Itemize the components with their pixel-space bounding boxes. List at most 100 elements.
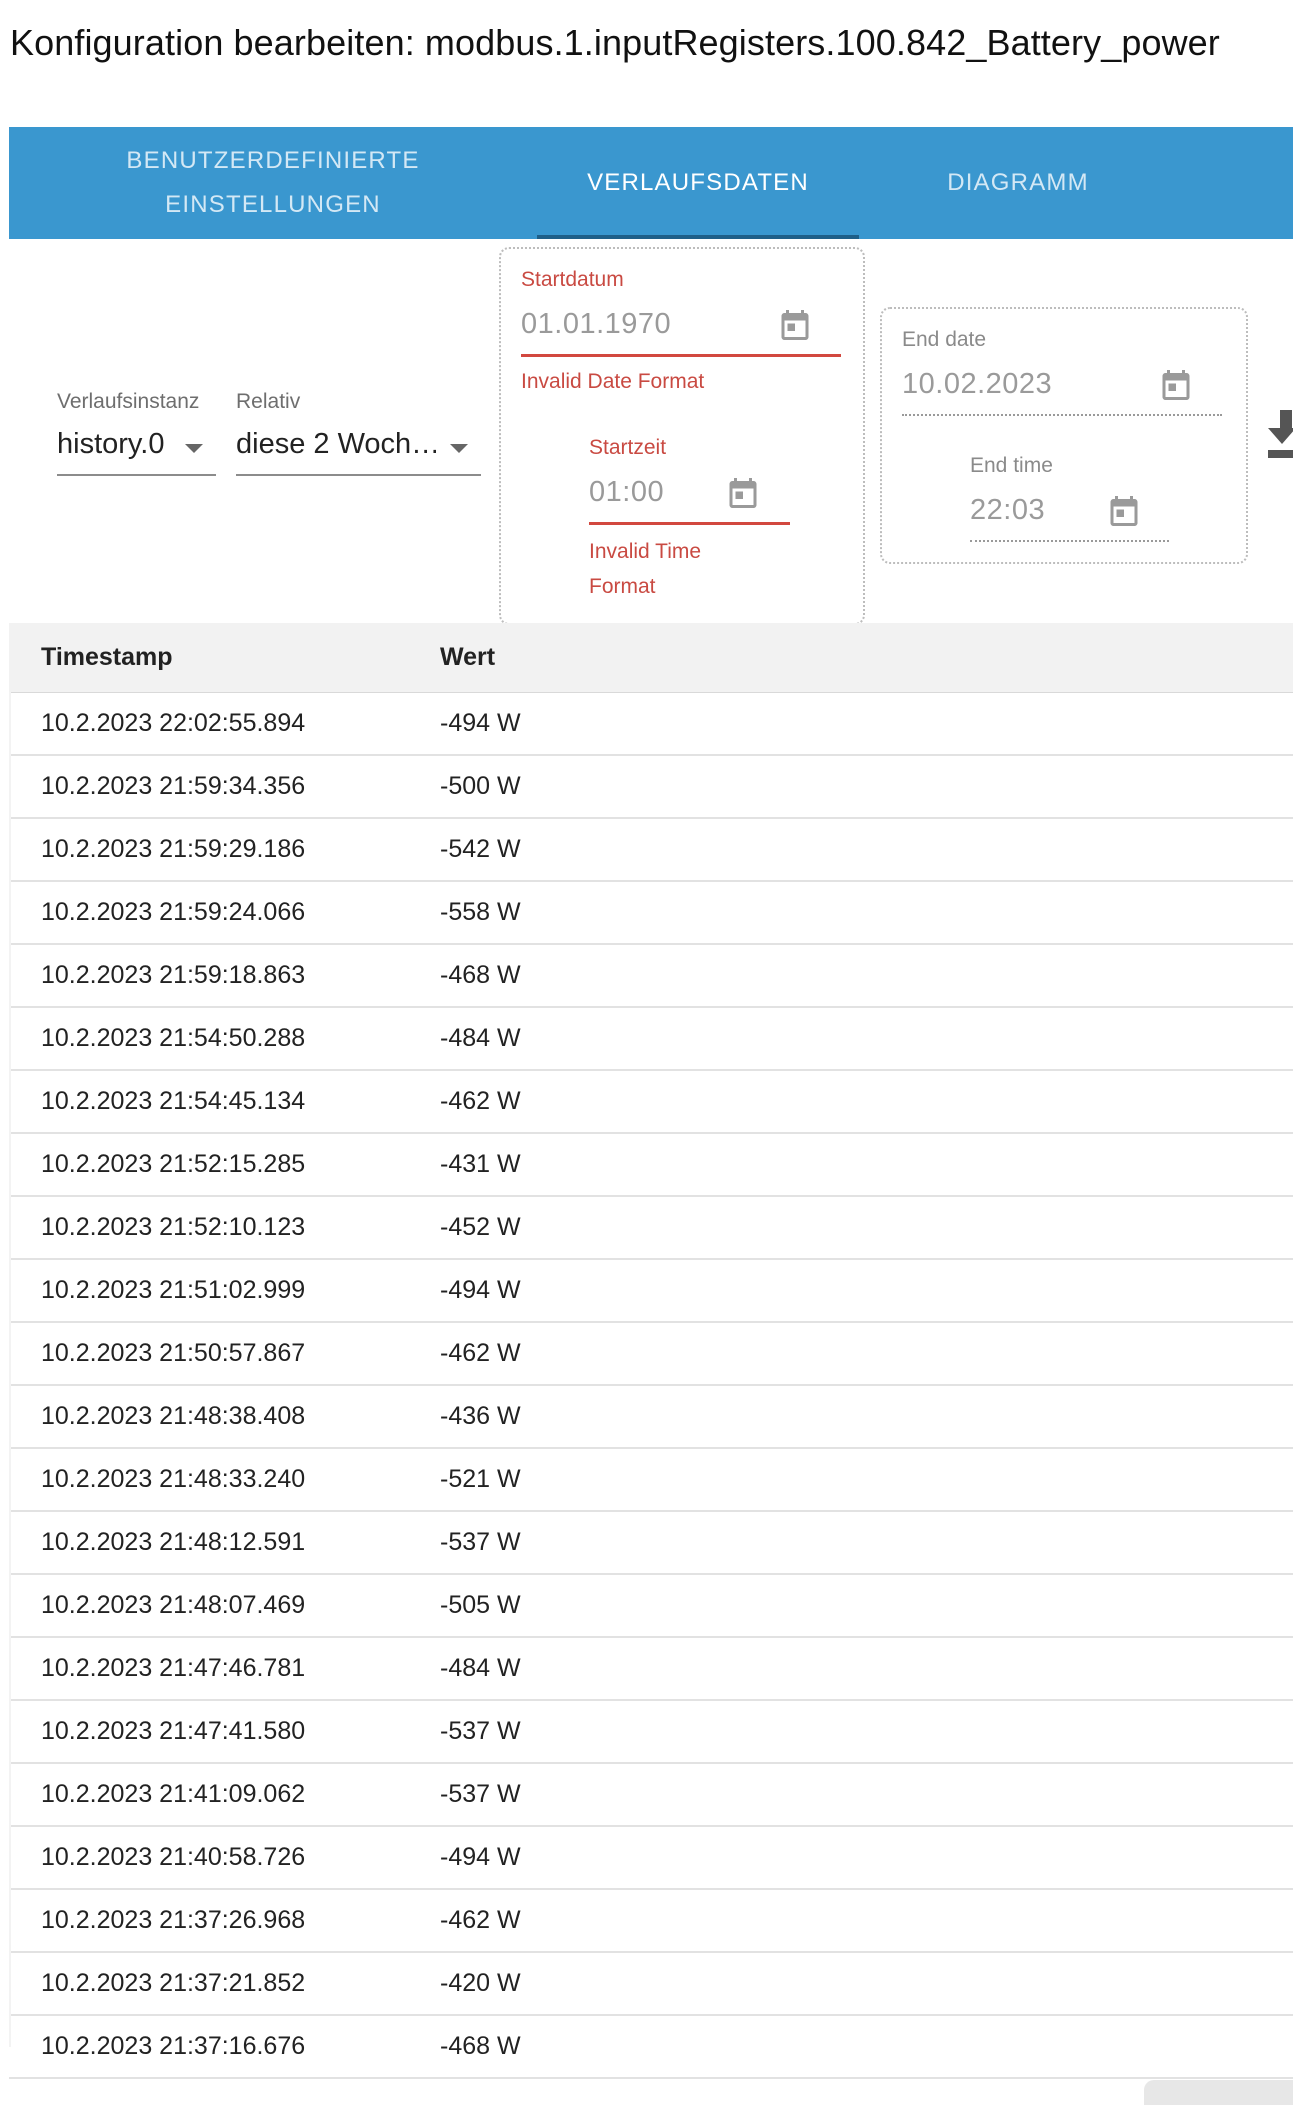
value-cell: -436 W — [440, 1402, 521, 1430]
timestamp-cell: 10.2.2023 21:59:24.066 — [41, 898, 306, 926]
value-cell: -500 W — [440, 772, 521, 800]
timestamp-cell: 10.2.2023 21:48:33.240 — [41, 1465, 306, 1493]
tab-bar: BENUTZERDEFINIERTE EINSTELLUNGEN VERLAUF… — [9, 127, 1293, 239]
table-row: 10.2.2023 21:40:58.726 -494 W — [9, 1827, 1293, 1890]
tab-chart[interactable]: DIAGRAMM — [859, 127, 1177, 239]
timestamp-cell: 10.2.2023 21:37:26.968 — [41, 1906, 306, 1934]
history-instance-select[interactable]: history.0 — [57, 424, 216, 476]
tab-custom-settings[interactable]: BENUTZERDEFINIERTE EINSTELLUNGEN — [9, 127, 537, 239]
tab-history-data[interactable]: VERLAUFSDATEN — [537, 127, 859, 239]
end-date-input[interactable]: 10.02.2023 — [902, 362, 1222, 416]
timestamp-cell: 10.2.2023 21:59:34.356 — [41, 772, 306, 800]
end-date-value: 10.02.2023 — [902, 368, 1053, 400]
table-row: 10.2.2023 21:48:38.408 -436 W — [9, 1386, 1293, 1449]
value-cell: -462 W — [440, 1339, 521, 1367]
start-time-input[interactable]: 01:00 — [589, 470, 790, 525]
value-cell: -521 W — [440, 1465, 521, 1493]
calendar-icon[interactable] — [1158, 366, 1194, 404]
history-instance-value: history.0 — [57, 428, 165, 460]
value-cell: -468 W — [440, 961, 521, 989]
timestamp-cell: 10.2.2023 21:37:21.852 — [41, 1969, 306, 1997]
calendar-icon[interactable] — [777, 306, 813, 344]
timestamp-cell: 10.2.2023 22:02:55.894 — [41, 709, 306, 737]
start-date-input[interactable]: 01.01.1970 — [521, 302, 841, 357]
start-time-value: 01:00 — [589, 476, 665, 508]
table-row: 10.2.2023 21:52:15.285 -431 W — [9, 1134, 1293, 1197]
value-cell: -420 W — [440, 1969, 521, 1997]
timestamp-cell: 10.2.2023 21:52:10.123 — [41, 1213, 306, 1241]
end-time-input[interactable]: 22:03 — [970, 488, 1169, 542]
value-cell: -505 W — [440, 1591, 521, 1619]
value-cell: -484 W — [440, 1654, 521, 1682]
tab-chart-label: DIAGRAMM — [947, 169, 1089, 196]
table-row: 10.2.2023 21:51:02.999 -494 W — [9, 1260, 1293, 1323]
value-cell: -462 W — [440, 1906, 521, 1934]
timestamp-cell: 10.2.2023 21:54:50.288 — [41, 1024, 306, 1052]
active-tab-indicator — [537, 235, 859, 239]
table-row: 10.2.2023 22:02:55.894 -494 W — [9, 693, 1293, 756]
table-header: Timestamp Wert — [9, 623, 1293, 693]
timestamp-cell: 10.2.2023 21:47:46.781 — [41, 1654, 306, 1682]
timestamp-cell: 10.2.2023 21:59:18.863 — [41, 961, 306, 989]
value-cell: -537 W — [440, 1717, 521, 1745]
value-cell: -537 W — [440, 1528, 521, 1556]
timestamp-cell: 10.2.2023 21:48:38.408 — [41, 1402, 306, 1430]
chevron-down-icon — [450, 444, 468, 453]
table-row: 10.2.2023 21:50:57.867 -462 W — [9, 1323, 1293, 1386]
timestamp-cell: 10.2.2023 21:48:07.469 — [41, 1591, 306, 1619]
end-time-value: 22:03 — [970, 494, 1046, 526]
value-cell: -542 W — [440, 835, 521, 863]
table-row: 10.2.2023 21:48:33.240 -521 W — [9, 1449, 1293, 1512]
table-row: 10.2.2023 21:59:18.863 -468 W — [9, 945, 1293, 1008]
table-body: 10.2.2023 22:02:55.894 -494 W 10.2.2023 21… — [9, 693, 1293, 2079]
value-cell: -494 W — [440, 1843, 521, 1871]
value-cell: -468 W — [440, 2032, 521, 2060]
table-row: 10.2.2023 21:37:21.852 -420 W — [9, 1953, 1293, 2016]
table-row: 10.2.2023 21:59:29.186 -542 W — [9, 819, 1293, 882]
table-row: 10.2.2023 21:41:09.062 -537 W — [9, 1764, 1293, 1827]
table-row: 10.2.2023 21:54:50.288 -484 W — [9, 1008, 1293, 1071]
table-row: 10.2.2023 21:37:16.676 -468 W — [9, 2016, 1293, 2079]
start-date-label: Startdatum — [521, 268, 624, 291]
timestamp-cell: 10.2.2023 21:52:15.285 — [41, 1150, 306, 1178]
table-row: 10.2.2023 21:47:41.580 -537 W — [9, 1701, 1293, 1764]
start-time-error: Invalid Time Format — [589, 540, 702, 598]
timestamp-cell: 10.2.2023 21:51:02.999 — [41, 1276, 306, 1304]
value-cell: -494 W — [440, 709, 521, 737]
table-row: 10.2.2023 21:54:45.134 -462 W — [9, 1071, 1293, 1134]
end-date-label: End date — [902, 328, 987, 351]
value-cell: -558 W — [440, 898, 521, 926]
timestamp-cell: 10.2.2023 21:54:45.134 — [41, 1087, 306, 1115]
value-cell: -484 W — [440, 1024, 521, 1052]
timestamp-cell: 10.2.2023 21:59:29.186 — [41, 835, 306, 863]
timestamp-cell: 10.2.2023 21:40:58.726 — [41, 1843, 306, 1871]
download-icon[interactable] — [1268, 410, 1293, 458]
column-header-value[interactable]: Wert — [440, 623, 495, 692]
table-left-edge — [9, 692, 11, 2047]
timestamp-cell: 10.2.2023 21:48:12.591 — [41, 1528, 306, 1556]
end-time-label: End time — [970, 454, 1053, 477]
table-row: 10.2.2023 21:52:10.123 -452 W — [9, 1197, 1293, 1260]
value-cell: -494 W — [440, 1276, 521, 1304]
value-cell: -452 W — [440, 1213, 521, 1241]
history-instance-label: Verlaufsinstanz — [57, 390, 200, 413]
value-cell: -537 W — [440, 1780, 521, 1808]
start-time-label: Startzeit — [589, 436, 667, 459]
calendar-icon[interactable] — [725, 474, 761, 512]
column-header-timestamp[interactable]: Timestamp — [41, 623, 173, 692]
tab-custom-settings-label: BENUTZERDEFINIERTE EINSTELLUNGEN — [126, 147, 420, 218]
dialog-title: Konfiguration bearbeiten: modbus.1.input… — [10, 22, 1220, 63]
calendar-icon[interactable] — [1106, 492, 1142, 530]
start-date-error: Invalid Date Format — [521, 370, 705, 393]
dialog-action-button[interactable] — [1144, 2080, 1293, 2105]
table-row: 10.2.2023 21:59:24.066 -558 W — [9, 882, 1293, 945]
table-row: 10.2.2023 21:59:34.356 -500 W — [9, 756, 1293, 819]
table-row: 10.2.2023 21:37:26.968 -462 W — [9, 1890, 1293, 1953]
timestamp-cell: 10.2.2023 21:41:09.062 — [41, 1780, 306, 1808]
start-date-value: 01.01.1970 — [521, 308, 672, 340]
timestamp-cell: 10.2.2023 21:50:57.867 — [41, 1339, 306, 1367]
value-cell: -462 W — [440, 1087, 521, 1115]
chevron-down-icon — [185, 444, 203, 453]
relative-select[interactable]: diese 2 Woch… — [236, 424, 481, 476]
timestamp-cell: 10.2.2023 21:47:41.580 — [41, 1717, 306, 1745]
